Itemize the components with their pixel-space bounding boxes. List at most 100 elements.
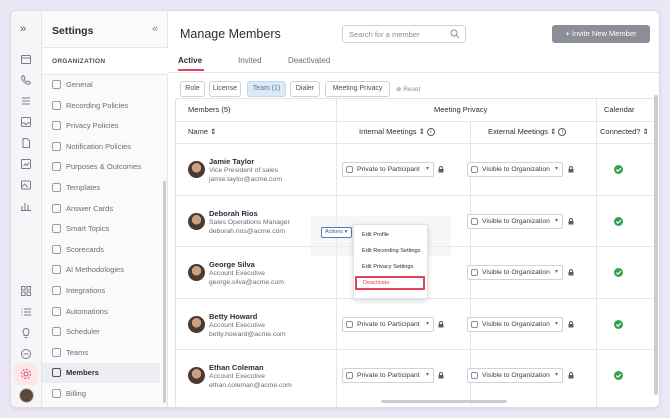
sidebar-item-templates[interactable]: Templates [42,178,160,198]
menu-edit-recording-settings[interactable]: Edit Recording Settings [362,248,420,254]
checklist-icon[interactable] [20,306,32,318]
menu-deactivate[interactable]: Deactivate [355,276,425,290]
sidebar-item-answer-cards[interactable]: Answer Cards [42,199,160,219]
main-content: Manage Members Search for a member + Inv… [168,11,659,407]
sidebar-item-privacy-policies[interactable]: Privacy Policies [42,116,160,136]
list-icon[interactable] [20,95,32,107]
menu-edit-profile[interactable]: Edit Profile [362,232,389,238]
external-meetings-header[interactable]: External Meetings ⇕ i [488,121,567,143]
sidebar-item-smart-topics[interactable]: Smart Topics [42,219,160,239]
external-meetings-select[interactable]: Visible to Organization ▾ [467,162,563,177]
internal-meetings-select[interactable]: Private to Participant ▾ [342,316,434,332]
minus-circle-icon[interactable] [20,348,32,360]
internal-meetings-select[interactable]: Private to Participant ▾ [342,368,434,383]
organization-section-header: ORGANIZATION [42,47,168,75]
report-icon[interactable] [20,200,32,212]
sidebar-item-icon [52,224,61,234]
connected-check-icon [614,319,623,329]
sidebar-item-icon [52,327,61,337]
chevron-down-icon: ▾ [554,269,558,275]
filter-role[interactable]: Role [180,81,205,97]
sidebar-scrollbar[interactable] [163,181,166,403]
sidebar-item-automations[interactable]: Automations [42,302,160,322]
connected-header[interactable]: Connected? ⇕ [600,121,649,143]
organization-icon [471,320,478,328]
tab-active[interactable]: Active [178,56,202,65]
member-title: Vice President of sales [209,167,279,174]
info-icon[interactable]: i [558,128,567,137]
tab-deactivated[interactable]: Deactivated [288,56,330,65]
external-meetings-select[interactable]: Visible to Organization ▾ [467,368,563,383]
sidebar-item-notification-policies[interactable]: Notification Policies [42,137,160,157]
tab-invited[interactable]: Invited [238,56,262,65]
sidebar-item-icon [52,244,61,254]
members-table: Members (5) Meeting Privacy Calendar Nam… [175,98,659,407]
member-name: Betty Howard [209,311,258,321]
participant-icon [346,372,353,379]
collapse-sidebar-icon[interactable]: « [152,23,158,35]
sidebar-item-purposes-outcomes[interactable]: Purposes & Outcomes [42,157,160,177]
lock-icon [568,217,574,225]
icon-rail: » [11,11,42,407]
actions-button[interactable]: Actions ▾ [321,227,352,238]
table-vertical-scrollbar[interactable] [654,95,658,395]
tabs-divider [168,72,659,73]
filter-team[interactable]: Team (1) [247,81,286,97]
image-icon[interactable] [20,179,32,191]
sidebar-item-icon [52,286,61,295]
sidebar-item-general[interactable]: General [42,75,160,95]
menu-edit-privacy-settings[interactable]: Edit Privacy Settings [362,264,413,270]
apps-icon[interactable] [20,285,32,297]
sidebar-item-scheduler[interactable]: Scheduler [42,322,160,342]
sidebar-item-label: Automations [66,306,108,316]
sidebar-item-members[interactable]: Members [42,363,160,384]
filter-dialer[interactable]: Dialer [290,81,320,97]
sidebar-item-icon [52,265,61,275]
expand-icon[interactable]: » [20,23,32,35]
sidebar-item-billing[interactable]: Billing [42,384,160,404]
organization-icon [471,166,478,173]
sidebar-item-icon [52,347,61,357]
invite-member-button[interactable]: + Invite New Member [552,25,650,43]
sidebar-item-icon [52,183,61,192]
member-name: George Silva [209,260,255,269]
external-meetings-select[interactable]: Visible to Organization ▾ [467,213,563,229]
member-title: Account Executive [209,321,265,329]
sidebar-item-scorecards[interactable]: Scorecards [42,240,160,260]
lightbulb-icon[interactable] [20,327,32,339]
sidebar-item-ai-methodologies[interactable]: AI Methodologies [42,260,160,280]
user-avatar[interactable] [19,388,34,403]
connected-check-icon [614,216,623,226]
filter-license[interactable]: License [209,81,241,97]
sidebar-item-recording-policies[interactable]: Recording Policies [42,96,160,116]
table-horizontal-scrollbar[interactable] [381,400,507,403]
reset-filters[interactable]: ⊗ Reset [396,85,420,93]
sidebar-item-integrations[interactable]: Integrations [42,281,160,301]
internal-meetings-header[interactable]: Internal Meetings ⇕ i [359,121,435,143]
external-meetings-select[interactable]: Visible to Organization ▾ [467,265,563,280]
phone-icon[interactable] [20,74,32,86]
search-input[interactable]: Search for a member [342,25,466,43]
calendar-icon[interactable] [20,53,32,65]
sidebar-item-label: Scheduler [66,327,100,337]
name-column-header[interactable]: Name ⇕ [188,121,216,143]
filter-meeting-privacy[interactable]: Meeting Privacy [325,81,390,97]
sidebar-item-label: Recording Policies [66,100,129,110]
chevron-down-icon: ▾ [554,372,558,378]
sidebar-item-icon [52,162,61,172]
external-meetings-select[interactable]: Visible to Organization ▾ [467,316,563,332]
sidebar-item-teams[interactable]: Teams [42,343,160,363]
member-name: Ethan Coleman [209,363,264,372]
document-icon[interactable] [20,137,32,149]
organization-icon [471,217,478,225]
organization-icon [471,372,478,379]
info-icon[interactable]: i [426,128,435,137]
chevron-down-icon: ▾ [344,229,348,235]
settings-icon[interactable] [14,363,38,385]
member-email: betty.howard@acme.com [209,330,286,338]
chart-icon[interactable] [20,158,32,170]
avatar [188,161,205,178]
inbox-icon[interactable] [20,116,32,128]
sidebar-item-label: Scorecards [66,244,104,254]
internal-meetings-select[interactable]: Private to Participant ▾ [342,162,434,177]
